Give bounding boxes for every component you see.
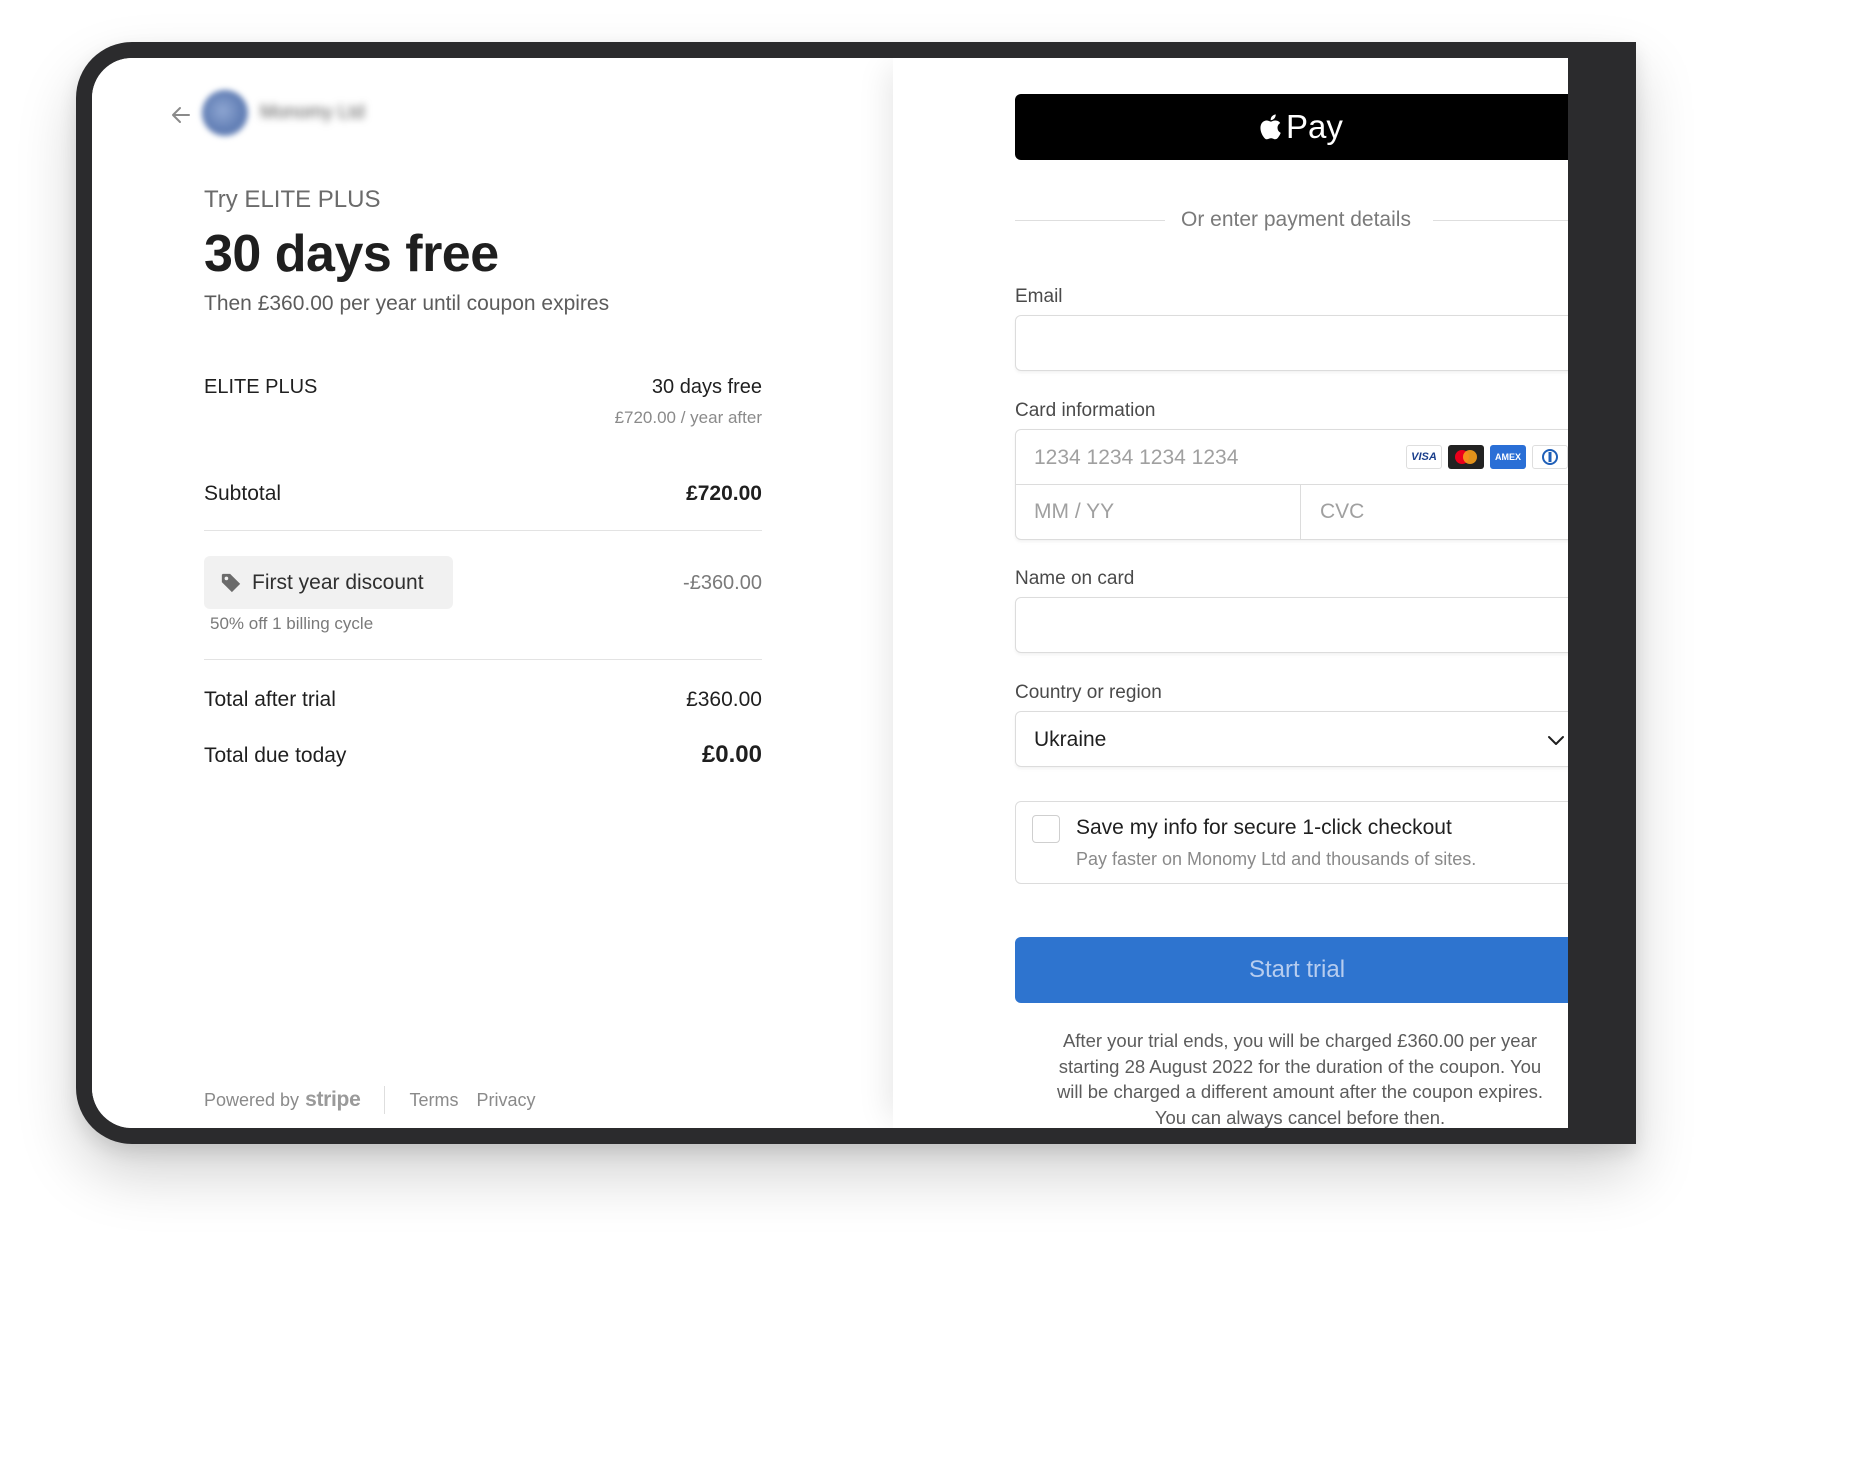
- card-information-group: 1234 1234 1234 1234 VISA AMEX MM / YY CV…: [1015, 429, 1568, 540]
- subtotal-value: £720.00: [686, 482, 762, 505]
- email-label: Email: [1015, 286, 1063, 307]
- merchant-logo: [202, 90, 248, 136]
- legal-text: After your trial ends, you will be charg…: [1056, 1030, 1544, 1128]
- or-divider-text: Or enter payment details: [1181, 208, 1411, 231]
- subtotal-row: Subtotal £720.00: [204, 482, 762, 506]
- plan-name: ELITE PLUS: [204, 376, 318, 398]
- or-divider: Or enter payment details: [1015, 208, 1568, 232]
- country-select[interactable]: Ukraine: [1015, 711, 1568, 767]
- total-after-trial-label: Total after trial: [204, 688, 336, 711]
- save-info-checkbox[interactable]: [1032, 815, 1060, 843]
- privacy-link[interactable]: Privacy: [476, 1090, 535, 1111]
- apple-logo-icon: [1260, 114, 1281, 140]
- terms-link[interactable]: Terms: [409, 1090, 458, 1111]
- arrow-left-icon[interactable]: [170, 104, 192, 133]
- payment-panel: Pay Or enter payment details Email Card …: [893, 58, 1568, 1128]
- card-number-input[interactable]: 1234 1234 1234 1234: [1034, 446, 1238, 470]
- checkout-screen: Monomy Ltd Try ELITE PLUS 30 days free T…: [92, 58, 1568, 1128]
- expiry-input[interactable]: MM / YY: [1034, 500, 1114, 524]
- divider: [204, 659, 762, 660]
- footer: Powered by stripe Terms Privacy: [204, 1086, 553, 1114]
- email-field[interactable]: [1015, 315, 1568, 371]
- save-info-title: Save my info for secure 1-click checkout: [1076, 816, 1452, 839]
- order-summary-panel: Monomy Ltd Try ELITE PLUS 30 days free T…: [92, 58, 893, 1128]
- mastercard-icon: [1448, 445, 1484, 469]
- total-due-today-label: Total due today: [204, 744, 347, 767]
- total-after-trial-row: Total after trial £360.00: [204, 688, 762, 712]
- trial-headline: 30 days free: [204, 225, 499, 283]
- trial-then-text: Then £360.00 per year until coupon expir…: [204, 292, 610, 315]
- chevron-down-icon: [1548, 736, 1564, 745]
- powered-by-label: Powered by: [204, 1089, 300, 1110]
- subtotal-label: Subtotal: [204, 482, 282, 505]
- discount-value: -£360.00: [683, 572, 762, 594]
- country-label: Country or region: [1015, 682, 1162, 703]
- footer-divider: [384, 1086, 386, 1114]
- merchant-name: Monomy Ltd: [260, 102, 365, 123]
- diners-icon: [1532, 445, 1568, 469]
- plan-after-price: £720.00 / year after: [614, 408, 762, 427]
- visa-icon: VISA: [1406, 445, 1442, 469]
- save-info-subtitle: Pay faster on Monomy Ltd and thousands o…: [1076, 849, 1477, 869]
- cvc-input[interactable]: CVC: [1320, 500, 1364, 524]
- total-due-today-row: Total due today £0.00: [204, 741, 762, 769]
- total-after-trial-value: £360.00: [686, 688, 762, 711]
- apple-pay-button[interactable]: Pay: [1015, 94, 1568, 160]
- plan-line-item: ELITE PLUS 30 days free: [204, 376, 762, 399]
- country-value: Ukraine: [1034, 728, 1107, 751]
- save-info-box: Save my info for secure 1-click checkout…: [1015, 801, 1568, 884]
- card-brands: VISA AMEX: [1406, 445, 1568, 469]
- discount-note: 50% off 1 billing cycle: [210, 614, 374, 633]
- divider: [204, 530, 762, 531]
- plan-price: 30 days free: [651, 376, 762, 398]
- apple-pay-label: Pay: [1286, 108, 1343, 145]
- card-information-label: Card information: [1015, 400, 1156, 421]
- name-on-card-label: Name on card: [1015, 568, 1135, 589]
- amex-icon: AMEX: [1490, 445, 1526, 469]
- trial-plan-label: Try ELITE PLUS: [204, 186, 381, 213]
- start-trial-button[interactable]: Start trial: [1015, 937, 1568, 1003]
- total-due-today-value: £0.00: [701, 741, 762, 768]
- name-on-card-field[interactable]: [1015, 597, 1568, 653]
- start-trial-label: Start trial: [1249, 956, 1346, 983]
- stripe-logo[interactable]: stripe: [305, 1088, 361, 1112]
